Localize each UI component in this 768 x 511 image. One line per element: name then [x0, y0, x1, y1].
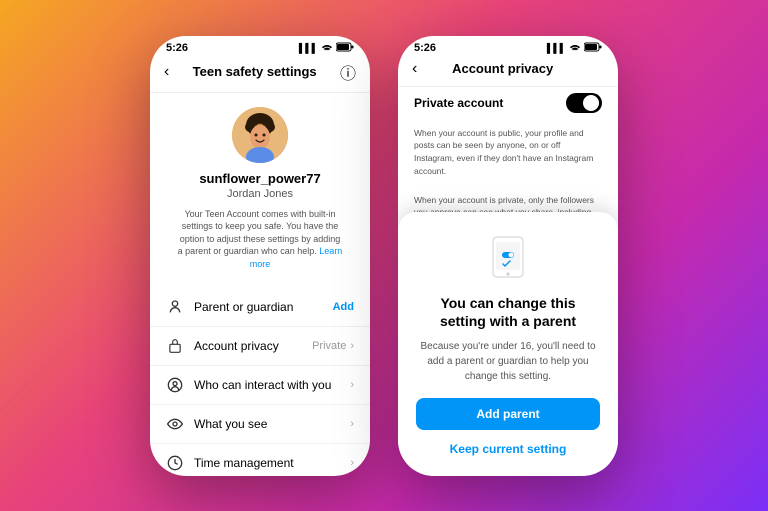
add-parent-modal-button[interactable]: Add parent [416, 398, 600, 430]
toggle-knob [583, 95, 599, 111]
info-button-1[interactable]: ⓘ [340, 60, 356, 84]
signal-icon: ▌▌▌ [299, 43, 318, 53]
screen-header-1: ‹ Teen safety settings ⓘ [150, 56, 370, 93]
wifi-icon-2 [569, 42, 581, 54]
menu-item-interact[interactable]: Who can interact with you › [150, 366, 370, 405]
chevron-icon-interact: › [350, 379, 354, 391]
modal-overlay: You can change this setting with a paren… [398, 212, 618, 475]
chevron-icon-privacy: › [350, 340, 354, 352]
modal-description: Because you're under 16, you'll need to … [416, 339, 600, 384]
clock-icon [166, 454, 184, 472]
keep-setting-button[interactable]: Keep current setting [416, 438, 600, 460]
privacy-value: Private [312, 340, 346, 352]
battery-icon [336, 42, 354, 54]
modal-card: You can change this setting with a paren… [398, 212, 618, 475]
profile-section: sunflower_power77 Jordan Jones Your Teen… [150, 93, 370, 289]
menu-item-parent[interactable]: Parent or guardian Add [150, 288, 370, 327]
status-bar-1: 5:26 ▌▌▌ [150, 36, 370, 56]
person-icon [166, 298, 184, 316]
menu-item-privacy[interactable]: Account privacy Private › [150, 327, 370, 366]
screen1-content: sunflower_power77 Jordan Jones Your Teen… [150, 93, 370, 476]
status-icons-1: ▌▌▌ [299, 42, 354, 54]
wifi-icon [321, 42, 333, 54]
phone-2: 5:26 ▌▌▌ ‹ Account privacy Private accou… [398, 36, 618, 476]
menu-list: Parent or guardian Add Account privacy [150, 288, 370, 475]
privacy-description-1: When your account is public, your profil… [398, 117, 618, 184]
realname-label: Jordan Jones [227, 188, 293, 200]
battery-icon-2 [584, 42, 602, 54]
modal-title: You can change this setting with a paren… [416, 294, 600, 330]
menu-item-see[interactable]: What you see › [150, 405, 370, 444]
add-parent-button[interactable]: Add [333, 301, 354, 313]
menu-item-time[interactable]: Time management › [150, 444, 370, 475]
modal-illustration-icon [483, 232, 533, 282]
status-time-2: 5:26 [414, 42, 436, 54]
avatar [232, 107, 288, 163]
screen2-content: Private account When your account is pub… [398, 87, 618, 476]
modal-icon-area [416, 232, 600, 282]
toggle-row: Private account [398, 87, 618, 117]
status-time-1: 5:26 [166, 42, 188, 54]
status-icons-2: ▌▌▌ [547, 42, 602, 54]
screen-title-1: Teen safety settings [193, 64, 317, 79]
chevron-icon-see: › [350, 418, 354, 430]
menu-label-time: Time management [194, 456, 294, 470]
menu-label-interact: Who can interact with you [194, 378, 331, 392]
back-button-1[interactable]: ‹ [164, 63, 169, 81]
menu-label-see: What you see [194, 417, 267, 431]
teen-notice: Your Teen Account comes with built-in se… [166, 208, 354, 271]
menu-label-privacy: Account privacy [194, 339, 279, 353]
interact-icon [166, 376, 184, 394]
back-button-2[interactable]: ‹ [412, 60, 417, 78]
screen-header-2: ‹ Account privacy [398, 56, 618, 87]
phone-1: 5:26 ▌▌▌ ‹ Teen safety settings ⓘ [150, 36, 370, 476]
eye-icon [166, 415, 184, 433]
menu-label-parent: Parent or guardian [194, 300, 293, 314]
username-label: sunflower_power77 [199, 171, 320, 186]
signal-icon-2: ▌▌▌ [547, 43, 566, 53]
private-account-toggle[interactable] [566, 93, 602, 113]
toggle-label: Private account [414, 96, 503, 110]
chevron-icon-time: › [350, 457, 354, 469]
status-bar-2: 5:26 ▌▌▌ [398, 36, 618, 56]
lock-icon [166, 337, 184, 355]
screen-title-2: Account privacy [452, 61, 553, 76]
